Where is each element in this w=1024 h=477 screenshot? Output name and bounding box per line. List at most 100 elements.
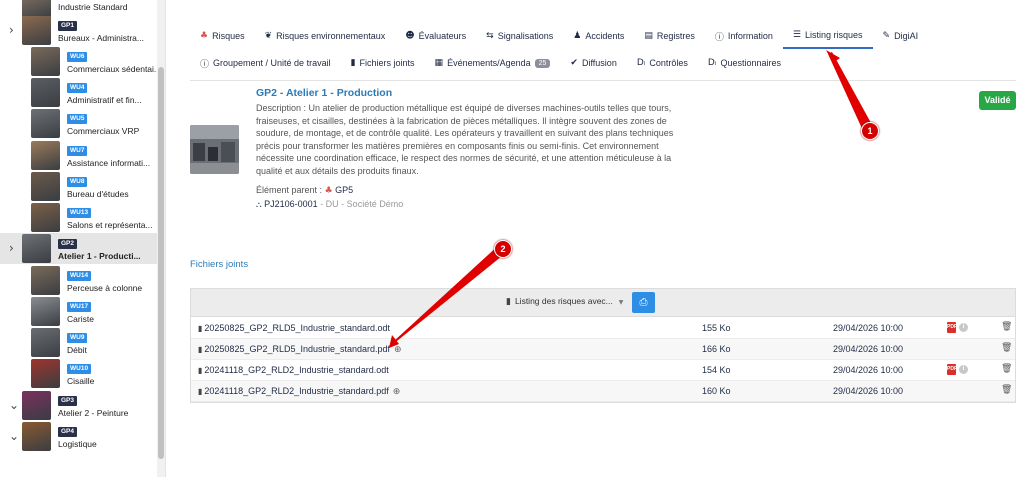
file-size: 166 Ko bbox=[702, 344, 731, 354]
node-badge: GP1 bbox=[58, 21, 78, 31]
info-circle-icon: ⓘ bbox=[200, 59, 210, 70]
element-description: Description : Un atelier de production m… bbox=[256, 103, 674, 176]
tree-item-wu14[interactable]: WU14 Perceuse à colonne bbox=[0, 265, 157, 296]
tree-item-gp4[interactable]: ⌄ GP4 Logistique bbox=[0, 421, 157, 452]
delete-trash-icon[interactable]: 🗑 bbox=[1001, 343, 1012, 353]
node-label: Atelier 1 - Producti... bbox=[58, 251, 141, 261]
parent-link[interactable]: GP5 bbox=[335, 185, 353, 195]
element-thumbnail[interactable] bbox=[190, 125, 239, 174]
tab-registres[interactable]: ▤ Registres bbox=[634, 23, 705, 49]
file-date: 29/04/2026 10:00 bbox=[833, 365, 904, 375]
node-badge: WU5 bbox=[67, 114, 88, 124]
convert-pdf-icon[interactable]: PDF bbox=[947, 322, 957, 333]
file-icon: ▮ bbox=[198, 366, 203, 375]
chevron-right-icon[interactable]: › bbox=[9, 24, 19, 36]
tree-item-gp2[interactable]: › GP2 Atelier 1 - Producti... bbox=[0, 233, 157, 264]
node-thumbnail bbox=[22, 234, 51, 263]
delete-trash-icon[interactable]: 🗑 bbox=[1001, 364, 1012, 374]
node-badge: WU10 bbox=[67, 364, 92, 374]
tree-item-wu7[interactable]: WU7 Assistance informati... bbox=[0, 140, 157, 171]
tab-label: Signalisations bbox=[497, 31, 554, 41]
convert-pdf-icon[interactable]: PDF bbox=[947, 364, 957, 375]
tab-count-badge: 25 bbox=[534, 58, 551, 68]
file-name: 20250825_GP2_RLD5_Industrie_standard.pdf bbox=[204, 344, 391, 354]
tab--v-nements-agenda[interactable]: ▦ Événements/Agenda 25 bbox=[425, 50, 561, 76]
check-circle-icon: ✔ bbox=[570, 58, 578, 68]
chevron-down-icon[interactable]: ⌄ bbox=[9, 430, 19, 442]
scrollbar-thumb[interactable] bbox=[158, 67, 164, 459]
node-label: Commerciaux VRP bbox=[67, 126, 140, 136]
file-name-link[interactable]: ▮ 20241118_GP2_RLD2_Industrie_standard.pd… bbox=[198, 386, 400, 397]
tab--valuateurs[interactable]: ☻ Évaluateurs bbox=[395, 23, 476, 49]
tab-contr-les[interactable]: Dᵢ Contrôles bbox=[627, 50, 698, 76]
file-icon: ▮ bbox=[198, 324, 203, 333]
injured-user-icon: ♟ bbox=[573, 31, 582, 41]
tab-diffusion[interactable]: ✔ Diffusion bbox=[560, 50, 626, 76]
tree-item-wu6[interactable]: WU6 Commerciaux sédentai... bbox=[0, 46, 161, 77]
preview-zoom-icon[interactable]: ⊕ bbox=[394, 345, 402, 355]
status-badge: Validé bbox=[979, 91, 1016, 110]
tree-item-wu5[interactable]: WU5 Commerciaux VRP bbox=[0, 108, 157, 139]
info-icon[interactable]: i bbox=[959, 323, 968, 332]
chevron-right-icon[interactable]: › bbox=[9, 242, 19, 254]
file-date: 29/04/2026 10:00 bbox=[833, 386, 904, 396]
user-cog-icon: ☻ bbox=[405, 31, 415, 41]
file-date: 29/04/2026 10:00 bbox=[833, 344, 904, 354]
node-thumbnail bbox=[31, 141, 60, 170]
node-thumbnail bbox=[31, 359, 60, 388]
file-size: 155 Ko bbox=[702, 323, 731, 333]
tree-item-wu8[interactable]: WU8 Bureau d'études bbox=[0, 171, 157, 202]
tab-label: Diffusion bbox=[581, 58, 617, 68]
tree-item-wu4[interactable]: WU4 Administratif et fin... bbox=[0, 77, 157, 108]
preview-zoom-icon[interactable]: ⊕ bbox=[393, 387, 401, 397]
tab-questionnaires[interactable]: Dᵢ Questionnaires bbox=[698, 50, 791, 76]
tree-item-wu9[interactable]: WU9 Débit bbox=[0, 327, 157, 358]
node-thumbnail bbox=[31, 328, 60, 357]
project-code-link[interactable]: PJ2106-0001 bbox=[264, 199, 318, 209]
attachments-title: Fichiers joints bbox=[190, 259, 249, 270]
attachments-toolbar: ▮ Listing des risques avec... ▼ ⎙ bbox=[191, 289, 1015, 317]
print-button[interactable]: ⎙ bbox=[632, 292, 655, 313]
tab-signalisations[interactable]: ⇆ Signalisations bbox=[476, 23, 563, 49]
node-label: Perceuse à colonne bbox=[67, 283, 143, 293]
node-thumbnail bbox=[31, 109, 60, 138]
file-name-link[interactable]: ▮ 20250825_GP2_RLD5_Industrie_standard.od… bbox=[198, 323, 390, 333]
chevron-down-icon[interactable]: ⌄ bbox=[9, 399, 19, 411]
printer-icon: ⎙ bbox=[639, 297, 648, 308]
tree-item-wu17[interactable]: WU17 Cariste bbox=[0, 296, 157, 327]
annotation-arrow-1 bbox=[828, 52, 871, 133]
tab-risques-environnementaux[interactable]: ❦ Risques environnementaux bbox=[255, 23, 396, 49]
node-badge: WU9 bbox=[67, 333, 88, 343]
file-icon: ▮ bbox=[198, 387, 203, 396]
project-company: - DU - Société Démo bbox=[320, 199, 404, 209]
di-icon: Dᵢ bbox=[707, 58, 717, 68]
tabs-primary: ♣ Risques ❦ Risques environnementaux ☻ Évalua… bbox=[190, 23, 928, 49]
tab-label: Risques bbox=[212, 31, 245, 41]
tab-listing-risques[interactable]: ☰ Listing risques bbox=[782, 23, 873, 49]
info-icon[interactable]: i bbox=[959, 365, 968, 374]
node-thumbnail bbox=[22, 422, 51, 451]
tab-risques[interactable]: ♣ Risques bbox=[190, 23, 255, 49]
tree-item-wu13[interactable]: WU13 Salons et représenta... bbox=[0, 202, 157, 233]
tree-item-wu10[interactable]: WU10 Cisaille bbox=[0, 358, 157, 389]
tab-groupement-unit-de-travail[interactable]: ⓘ Groupement / Unité de travail bbox=[190, 50, 341, 76]
sidebar-scrollbar[interactable] bbox=[157, 0, 165, 477]
tab-digiai[interactable]: ✎ DigiAI bbox=[873, 23, 929, 49]
tab-label: Registres bbox=[656, 31, 695, 41]
node-badge: WU14 bbox=[67, 271, 92, 281]
project-reference: ⛬ PJ2106-0001 - DU - Société Démo bbox=[256, 199, 403, 210]
delete-trash-icon[interactable]: 🗑 bbox=[1001, 385, 1012, 395]
tree-item-gp1[interactable]: › GP1 Bureaux - Administra... bbox=[0, 15, 157, 46]
document-icon: ▮ bbox=[506, 297, 511, 307]
tab-accidents[interactable]: ♟ Accidents bbox=[563, 23, 634, 49]
template-select[interactable]: ▮ Listing des risques avec... ▼ bbox=[506, 296, 623, 310]
file-name-link[interactable]: ▮ 20241118_GP2_RLD2_Industrie_standard.od… bbox=[198, 365, 389, 375]
ledger-icon: ▤ bbox=[644, 31, 653, 41]
tree-item-gp3[interactable]: ⌄ GP3 Atelier 2 - Peinture bbox=[0, 390, 157, 421]
tab-fichiers-joints[interactable]: ▮ Fichiers joints bbox=[341, 50, 425, 76]
node-badge: GP2 bbox=[58, 239, 78, 249]
tab-information[interactable]: ⓘ Information bbox=[705, 23, 783, 49]
file-name-link[interactable]: ▮ 20250825_GP2_RLD5_Industrie_standard.pd… bbox=[198, 344, 402, 355]
node-label: Cisaille bbox=[67, 376, 95, 386]
delete-trash-icon[interactable]: 🗑 bbox=[1001, 322, 1012, 332]
